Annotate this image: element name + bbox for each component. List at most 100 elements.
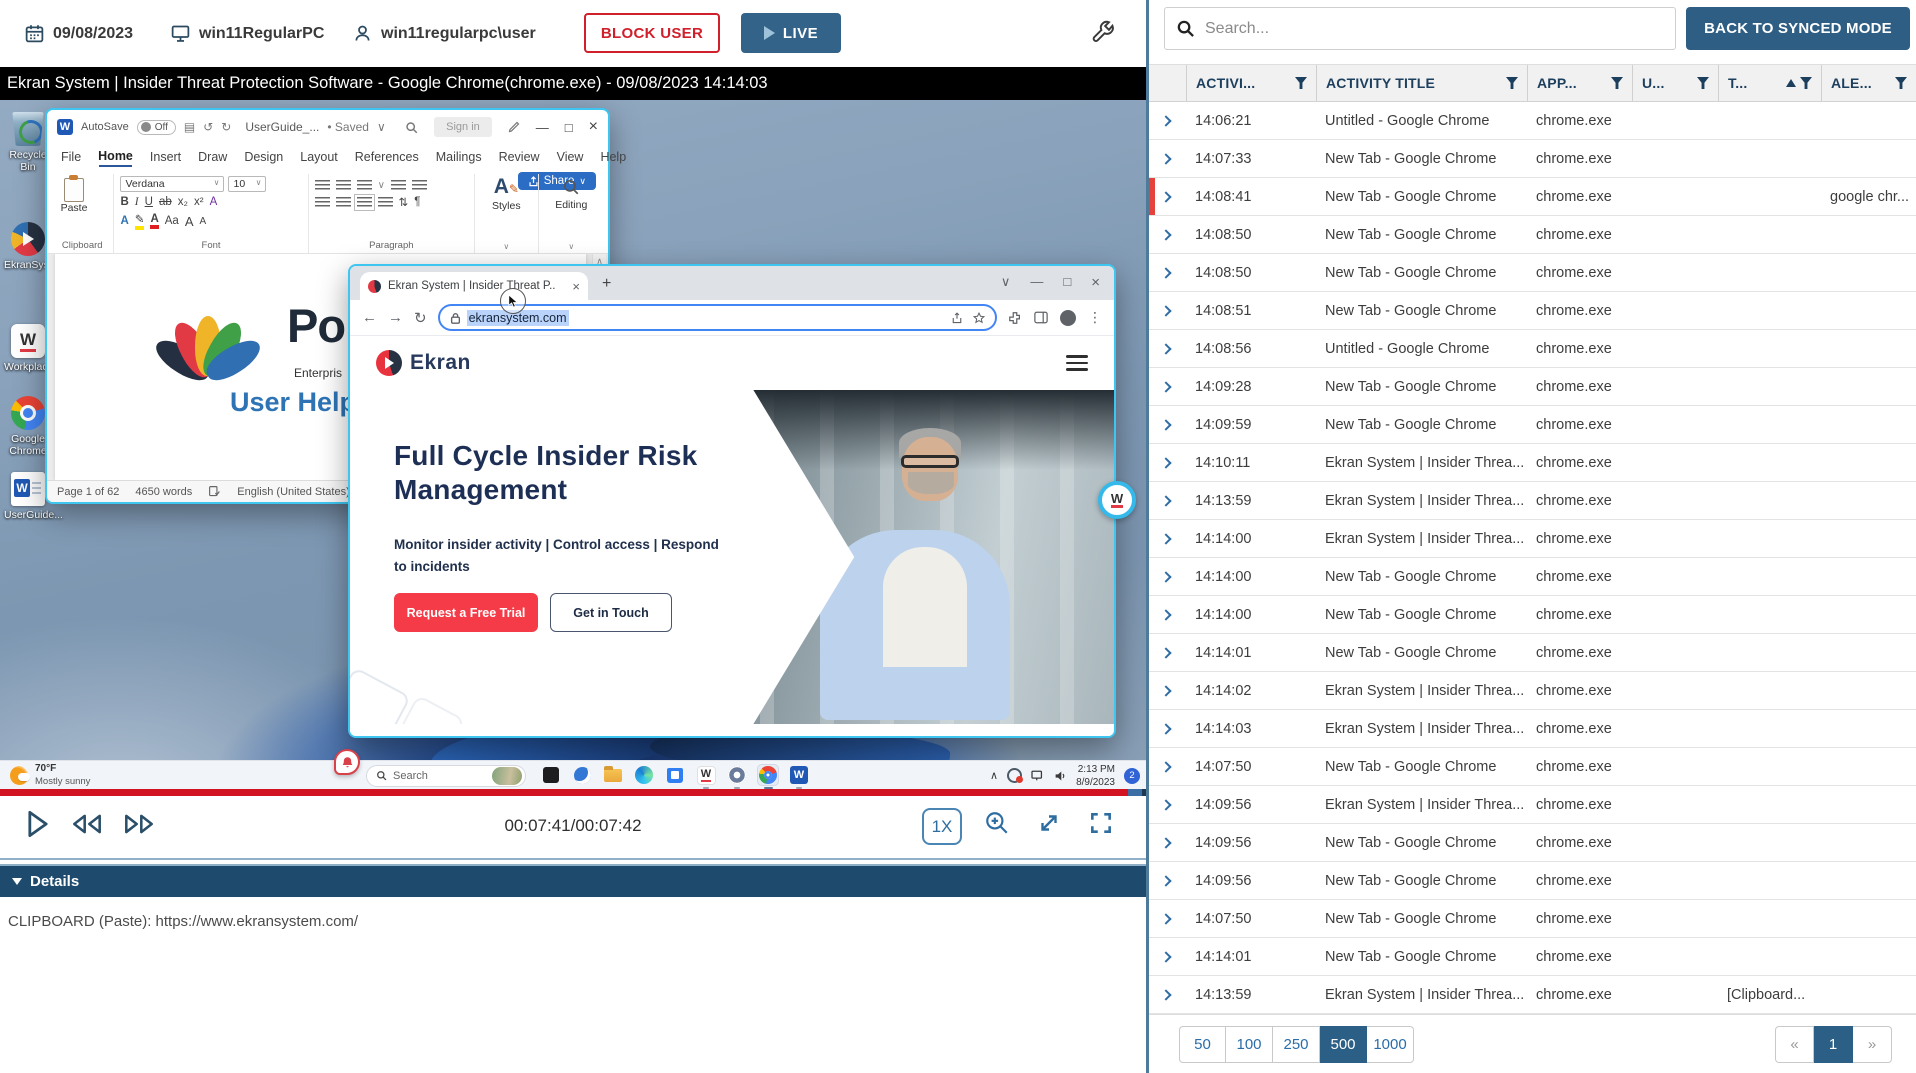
row-expand-chevron[interactable] xyxy=(1149,140,1186,177)
new-tab-button[interactable]: + xyxy=(602,275,611,293)
pager-page-1-button[interactable]: 1 xyxy=(1814,1026,1853,1063)
extensions-puzzle-icon[interactable] xyxy=(1008,311,1022,325)
word-taskbar-icon[interactable]: W xyxy=(788,764,810,786)
word-menu-layout[interactable]: Layout xyxy=(300,150,338,164)
row-expand-chevron[interactable] xyxy=(1149,406,1186,443)
close-icon[interactable]: × xyxy=(589,118,598,136)
row-expand-chevron[interactable] xyxy=(1149,976,1186,1013)
table-row[interactable]: 14:14:00Ekran System | Insider Threa...c… xyxy=(1149,520,1916,558)
page-size-1000-button[interactable]: 1000 xyxy=(1367,1026,1414,1063)
filter-funnel-icon[interactable] xyxy=(1506,77,1518,89)
paste-button[interactable]: Paste xyxy=(57,178,91,214)
page-size-100-button[interactable]: 100 xyxy=(1226,1026,1273,1063)
list-buttons[interactable]: ∨ xyxy=(315,180,468,191)
row-expand-chevron[interactable] xyxy=(1149,520,1186,557)
table-row[interactable]: 14:14:01New Tab - Google Chromechrome.ex… xyxy=(1149,634,1916,672)
save-icon[interactable]: ▤ xyxy=(184,120,195,134)
edge-icon[interactable] xyxy=(633,764,655,786)
row-expand-chevron[interactable] xyxy=(1149,748,1186,785)
progress-scrub-handle[interactable] xyxy=(1128,789,1142,796)
table-row[interactable]: 14:10:11Ekran System | Insider Threa...c… xyxy=(1149,444,1916,482)
table-row[interactable]: 14:08:41New Tab - Google Chromechrome.ex… xyxy=(1149,178,1916,216)
table-row[interactable]: 14:13:59Ekran System | Insider Threa...c… xyxy=(1149,482,1916,520)
pager-prev-button[interactable]: « xyxy=(1775,1026,1814,1063)
word-menu-help[interactable]: Help xyxy=(600,150,626,164)
row-expand-chevron[interactable] xyxy=(1149,634,1186,671)
table-row[interactable]: 14:14:02Ekran System | Insider Threa...c… xyxy=(1149,672,1916,710)
tab-close-icon[interactable]: × xyxy=(572,279,580,294)
close-icon[interactable]: × xyxy=(1091,274,1100,291)
taskbar-weather-widget[interactable]: 70°F Mostly sunny xyxy=(10,763,90,788)
row-expand-chevron[interactable] xyxy=(1149,216,1186,253)
undo-icon[interactable]: ↺ xyxy=(203,120,213,134)
table-row[interactable]: 14:09:56New Tab - Google Chromechrome.ex… xyxy=(1149,862,1916,900)
word-menu-mailings[interactable]: Mailings xyxy=(436,150,482,164)
word-search-icon[interactable] xyxy=(405,121,418,134)
kebab-menu-icon[interactable]: ⋮ xyxy=(1088,309,1102,326)
sort-ascending-icon[interactable] xyxy=(1786,79,1796,87)
playback-progress-bar[interactable] xyxy=(0,789,1146,796)
reload-icon[interactable]: ↻ xyxy=(414,309,427,327)
file-explorer-icon[interactable] xyxy=(602,764,624,786)
filter-funnel-icon[interactable] xyxy=(1611,77,1623,89)
row-expand-chevron[interactable] xyxy=(1149,102,1186,139)
table-row[interactable]: 14:14:00New Tab - Google Chromechrome.ex… xyxy=(1149,596,1916,634)
filter-funnel-icon[interactable] xyxy=(1295,77,1307,89)
tray-speaker-icon[interactable] xyxy=(1054,770,1067,782)
table-row[interactable]: 14:07:33New Tab - Google Chromechrome.ex… xyxy=(1149,140,1916,178)
header-activity-title[interactable]: ACTIVITY TITLE xyxy=(1316,65,1527,101)
bookmark-star-icon[interactable] xyxy=(973,312,985,324)
header-url[interactable]: U... xyxy=(1632,65,1718,101)
autosave-toggle[interactable]: Off xyxy=(137,120,176,135)
row-expand-chevron[interactable] xyxy=(1149,786,1186,823)
taskbar-clock[interactable]: 2:13 PM 8/9/2023 xyxy=(1076,763,1115,789)
table-row[interactable]: 14:08:50New Tab - Google Chromechrome.ex… xyxy=(1149,216,1916,254)
settings-gear-icon[interactable] xyxy=(726,764,748,786)
font-name-select[interactable]: Verdana∨ xyxy=(120,176,224,192)
header-activity-time[interactable]: ACTIVI... xyxy=(1186,65,1316,101)
fullscreen-button[interactable] xyxy=(1088,810,1114,836)
hamburger-menu-icon[interactable] xyxy=(1066,355,1088,371)
chevron-down-icon[interactable]: ∨ xyxy=(377,120,386,134)
sync-alert-icon[interactable] xyxy=(1007,768,1022,783)
table-row[interactable]: 14:09:56Ekran System | Insider Threa...c… xyxy=(1149,786,1916,824)
table-row[interactable]: 14:08:51New Tab - Google Chromechrome.ex… xyxy=(1149,292,1916,330)
chrome-window[interactable]: Ekran System | Insider Threat P... × + ∨… xyxy=(348,264,1116,738)
page-size-50-button[interactable]: 50 xyxy=(1179,1026,1226,1063)
row-expand-chevron[interactable] xyxy=(1149,558,1186,595)
table-row[interactable]: 14:07:50New Tab - Google Chromechrome.ex… xyxy=(1149,748,1916,786)
get-in-touch-button[interactable]: Get in Touch xyxy=(550,593,672,632)
row-expand-chevron[interactable] xyxy=(1149,672,1186,709)
zoom-in-button[interactable] xyxy=(984,810,1010,836)
table-row[interactable]: 14:14:03Ekran System | Insider Threa...c… xyxy=(1149,710,1916,748)
row-expand-chevron[interactable] xyxy=(1149,368,1186,405)
maximize-icon[interactable]: □ xyxy=(1063,274,1071,291)
table-row[interactable]: 14:09:59New Tab - Google Chromechrome.ex… xyxy=(1149,406,1916,444)
row-expand-chevron[interactable] xyxy=(1149,444,1186,481)
table-row[interactable]: 14:08:56Untitled - Google Chromechrome.e… xyxy=(1149,330,1916,368)
row-expand-chevron[interactable] xyxy=(1149,900,1186,937)
filter-funnel-icon[interactable] xyxy=(1800,77,1812,89)
word-menu-view[interactable]: View xyxy=(557,150,584,164)
profile-avatar-icon[interactable] xyxy=(1060,310,1076,326)
table-row[interactable]: 14:07:50New Tab - Google Chromechrome.ex… xyxy=(1149,900,1916,938)
row-expand-chevron[interactable] xyxy=(1149,824,1186,861)
row-expand-chevron[interactable] xyxy=(1149,482,1186,519)
page-size-500-button[interactable]: 500 xyxy=(1320,1026,1367,1063)
table-row[interactable]: 14:08:50New Tab - Google Chromechrome.ex… xyxy=(1149,254,1916,292)
playback-speed-button[interactable]: 1X xyxy=(922,808,962,845)
chrome-active-tab[interactable]: Ekran System | Insider Threat P... × xyxy=(360,272,588,300)
workplace-taskbar-icon[interactable]: W xyxy=(695,764,717,786)
chrome-menu-chevron-icon[interactable]: ∨ xyxy=(1001,274,1011,291)
word-menu-review[interactable]: Review xyxy=(499,150,540,164)
word-language[interactable]: English (United States) xyxy=(237,486,350,498)
table-row[interactable]: 14:09:56New Tab - Google Chromechrome.ex… xyxy=(1149,824,1916,862)
chrome-taskbar-icon[interactable] xyxy=(757,764,779,786)
row-expand-chevron[interactable] xyxy=(1149,710,1186,747)
maximize-icon[interactable]: □ xyxy=(565,120,573,135)
row-expand-chevron[interactable] xyxy=(1149,292,1186,329)
header-alerts[interactable]: ALE... xyxy=(1821,65,1916,101)
row-expand-chevron[interactable] xyxy=(1149,254,1186,291)
table-row[interactable]: 14:09:28New Tab - Google Chromechrome.ex… xyxy=(1149,368,1916,406)
request-free-trial-button[interactable]: Request a Free Trial xyxy=(394,593,538,632)
